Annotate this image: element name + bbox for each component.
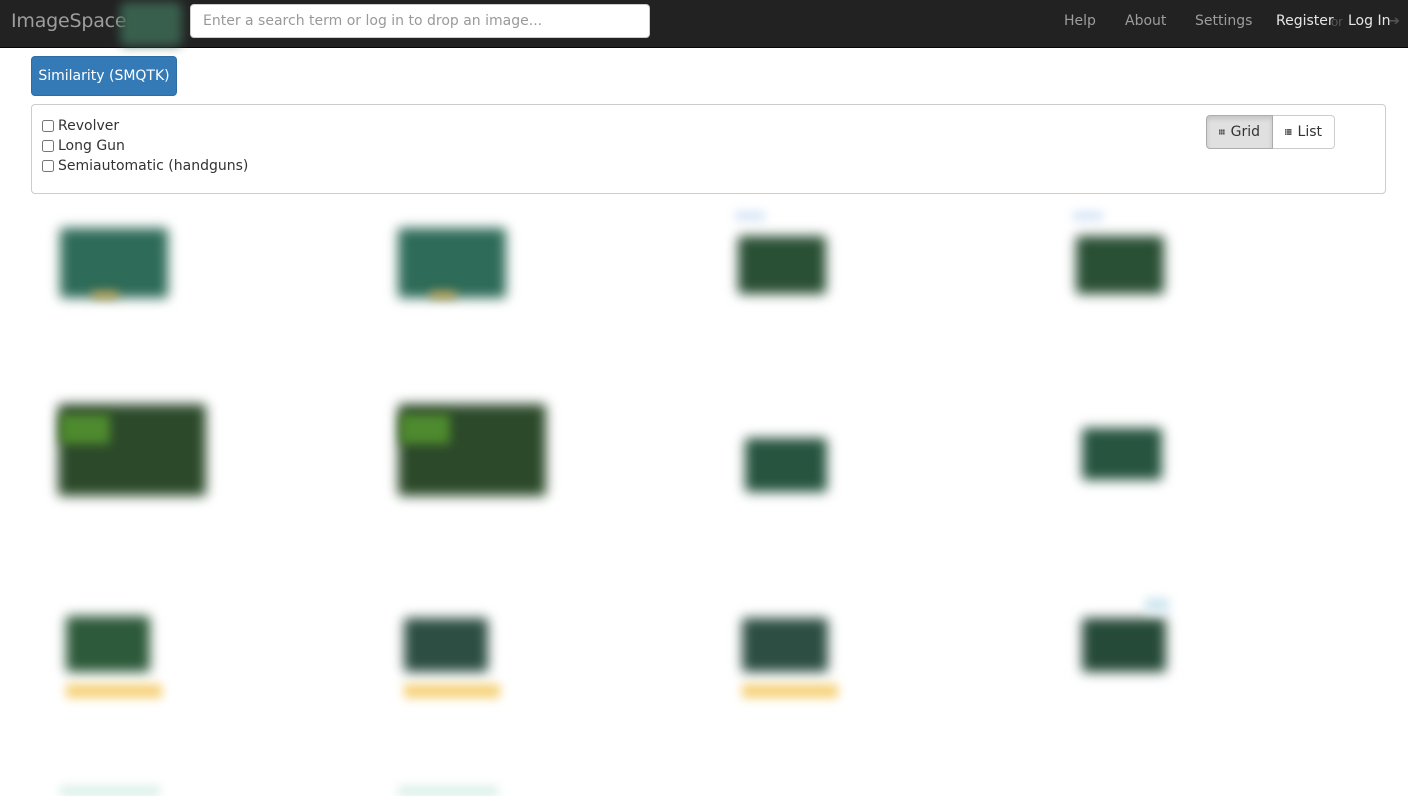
filter-panel: Revolver Long Gun Semiautomatic (handgun…: [31, 104, 1386, 194]
or-separator: or: [1331, 14, 1343, 29]
thumbnail-accent: [60, 414, 110, 444]
filter-label: Long Gun: [58, 138, 125, 154]
thumbnail-accent: [430, 292, 456, 298]
result-thumbnail[interactable]: [1082, 428, 1162, 480]
top-navbar: ImageSpace Help About Settings Register …: [0, 0, 1408, 48]
long-gun-checkbox[interactable]: [42, 140, 54, 152]
nav-about-link[interactable]: About: [1125, 13, 1166, 29]
thumbnail-accent: [60, 786, 160, 796]
result-thumbnail[interactable]: [738, 236, 826, 294]
filter-semiautomatic[interactable]: Semiautomatic (handguns): [42, 156, 248, 176]
nav-help-link[interactable]: Help: [1064, 13, 1096, 29]
result-thumbnail[interactable]: [1082, 618, 1166, 672]
revolver-checkbox[interactable]: [42, 120, 54, 132]
filter-label: Revolver: [58, 118, 120, 134]
result-thumbnail[interactable]: [745, 438, 827, 492]
thumbnail-accent: [1145, 598, 1169, 612]
list-icon: [1285, 129, 1292, 135]
search-input[interactable]: [190, 4, 650, 38]
result-thumbnail[interactable]: [398, 228, 506, 298]
similarity-smqtk-button[interactable]: Similarity (SMQTK): [31, 56, 177, 96]
filter-long-gun[interactable]: Long Gun: [42, 136, 125, 156]
grid-icon: [1219, 129, 1225, 135]
brand-logo-text[interactable]: ImageSpace: [11, 10, 127, 32]
nav-settings-link[interactable]: Settings: [1195, 13, 1252, 29]
thumbnail-accent: [404, 684, 500, 698]
thumbnail-accent: [400, 414, 450, 444]
result-thumbnail[interactable]: [66, 616, 150, 672]
thumbnail-accent: [1073, 212, 1103, 220]
result-thumbnail[interactable]: [1076, 236, 1164, 294]
filter-revolver[interactable]: Revolver: [42, 116, 119, 136]
thumbnail-accent: [742, 684, 838, 698]
result-thumbnail[interactable]: [742, 618, 828, 672]
brand-thumbnail: [120, 2, 182, 46]
grid-label: Grid: [1230, 124, 1260, 140]
list-view-button[interactable]: List: [1273, 115, 1335, 149]
list-label: List: [1297, 124, 1322, 140]
result-thumbnail[interactable]: [404, 618, 488, 672]
thumbnail-accent: [92, 292, 118, 298]
view-toggle-group: Grid List: [1206, 115, 1335, 149]
register-link[interactable]: Register: [1276, 13, 1334, 29]
thumbnail-accent: [398, 786, 498, 796]
login-link[interactable]: Log In: [1348, 13, 1390, 29]
thumbnail-accent: [66, 684, 162, 698]
result-thumbnail[interactable]: [60, 228, 168, 298]
grid-view-button[interactable]: Grid: [1206, 115, 1273, 149]
filter-label: Semiautomatic (handguns): [58, 158, 249, 174]
semiautomatic-checkbox[interactable]: [42, 160, 54, 172]
login-icon[interactable]: ➔: [1389, 13, 1403, 28]
thumbnail-accent: [735, 212, 765, 220]
